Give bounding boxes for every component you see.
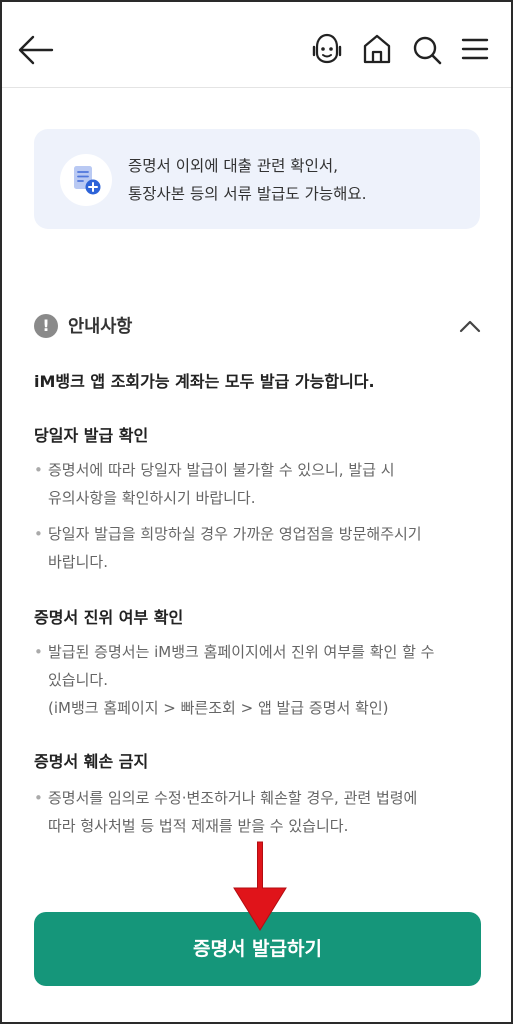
bullet-line: (iM뱅크 홈페이지 > 빠른조회 > 앱 발급 증명서 확인) bbox=[48, 699, 389, 717]
section-title: 증명서 진위 여부 확인 bbox=[34, 608, 184, 627]
document-plus-icon bbox=[74, 166, 101, 195]
chatbot-button[interactable] bbox=[308, 30, 346, 68]
search-icon bbox=[413, 36, 442, 65]
bullet-dot: • bbox=[34, 525, 43, 543]
chevron-up-icon bbox=[459, 320, 481, 333]
notice-header[interactable]: ! 안내사항 bbox=[34, 312, 484, 342]
arrow-left-icon bbox=[18, 35, 54, 65]
bullet-line: 발급된 증명서는 iM뱅크 홈페이지에서 진위 여부를 확인 할 수 bbox=[48, 643, 435, 661]
notice-title: 안내사항 bbox=[68, 317, 133, 337]
app-header bbox=[2, 2, 511, 88]
bullet-dot: • bbox=[34, 643, 43, 661]
collapse-button[interactable] bbox=[458, 316, 482, 336]
screen: 증명서 이외에 대출 관련 확인서, 통장사본 등의 서류 발급도 가능해요. … bbox=[2, 2, 511, 1022]
section-title: 당일자 발급 확인 bbox=[34, 426, 149, 445]
list-item: • 증명서를 임의로 수정·변조하거나 훼손할 경우, 관련 법령에 따라 형사… bbox=[34, 784, 484, 840]
home-icon bbox=[363, 34, 391, 64]
notice-headline: iM뱅크 앱 조회가능 계좌는 모두 발급 가능합니다. bbox=[34, 372, 375, 391]
info-card-text: 증명서 이외에 대출 관련 확인서, 통장사본 등의 서류 발급도 가능해요. bbox=[128, 152, 468, 208]
list-item: • 발급된 증명서는 iM뱅크 홈페이지에서 진위 여부를 확인 할 수 있습니… bbox=[34, 638, 484, 722]
chatbot-icon bbox=[312, 33, 342, 64]
list-item: • 당일자 발급을 희망하실 경우 가까운 영업점을 방문해주시기 바랍니다. bbox=[34, 520, 484, 576]
back-button[interactable] bbox=[16, 30, 56, 70]
bullet-line: 있습니다. bbox=[48, 671, 108, 689]
info-card-line-1: 증명서 이외에 대출 관련 확인서, bbox=[128, 157, 339, 175]
section-title: 증명서 훼손 금지 bbox=[34, 752, 149, 771]
bullet-dot: • bbox=[34, 461, 43, 479]
home-button[interactable] bbox=[359, 30, 395, 68]
info-card: 증명서 이외에 대출 관련 확인서, 통장사본 등의 서류 발급도 가능해요. bbox=[34, 129, 480, 229]
bullet-line: 따라 형사처벌 등 법적 제재를 받을 수 있습니다. bbox=[48, 817, 349, 835]
bullet-dot: • bbox=[34, 789, 43, 807]
exclamation-circle-icon: ! bbox=[34, 314, 58, 338]
info-card-line-2: 통장사본 등의 서류 발급도 가능해요. bbox=[128, 185, 367, 203]
bullet-line: 증명서를 임의로 수정·변조하거나 훼손할 경우, 관련 법령에 bbox=[48, 789, 418, 807]
menu-icon bbox=[461, 38, 489, 60]
search-button[interactable] bbox=[409, 30, 445, 68]
bullet-line: 유의사항을 확인하시기 바랍니다. bbox=[48, 489, 256, 507]
document-icon-badge bbox=[60, 154, 112, 206]
bullet-line: 증명서에 따라 당일자 발급이 불가할 수 있으니, 발급 시 bbox=[48, 461, 395, 479]
red-arrow-annotation bbox=[233, 841, 287, 931]
bullet-line: 바랍니다. bbox=[48, 553, 108, 571]
bullet-line: 당일자 발급을 희망하실 경우 가까운 영업점을 방문해주시기 bbox=[48, 525, 422, 543]
list-item: • 증명서에 따라 당일자 발급이 불가할 수 있으니, 발급 시 유의사항을 … bbox=[34, 456, 484, 512]
menu-button[interactable] bbox=[457, 30, 493, 68]
